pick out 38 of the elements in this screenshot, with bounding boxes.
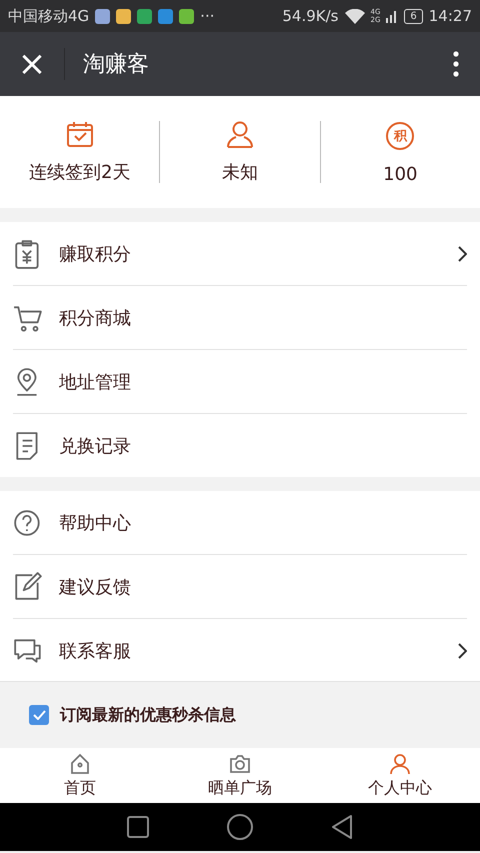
stat-label: 连续签到2天 (28, 161, 130, 184)
more-options-icon[interactable] (453, 51, 459, 77)
tab[interactable]: 晒单广场 (160, 748, 320, 803)
checkbox[interactable] (29, 705, 49, 725)
network-speed: 54.9K/s (282, 7, 338, 25)
app-notification-icon (137, 8, 152, 24)
stat-label: 100 (383, 164, 418, 184)
tab[interactable]: 个人中心 (320, 748, 480, 803)
user-icon (226, 120, 254, 148)
battery-level: 6 (404, 8, 423, 24)
subscribe-label: 订阅最新的优惠秒杀信息 (60, 704, 236, 726)
close-button[interactable]: × (0, 32, 64, 96)
clock: 14:27 (428, 7, 472, 25)
home-icon[interactable] (227, 814, 253, 840)
edit-note-icon (13, 572, 43, 602)
menu-item[interactable]: 联系客服 (59, 638, 441, 662)
menu-item[interactable]: 建议反馈 (59, 574, 467, 598)
menu-item[interactable]: 帮助中心 (59, 510, 467, 534)
carrier-name: 中国移动4G (8, 6, 90, 26)
calendar-check-icon (66, 120, 94, 148)
checkmark-icon (32, 710, 46, 720)
menu-item[interactable]: 积分商城 (59, 306, 467, 330)
app-notification-icon (95, 8, 110, 24)
menu-item[interactable]: 地址管理 (59, 370, 467, 394)
wifi-icon (344, 8, 364, 24)
recent-apps-icon[interactable] (127, 816, 149, 838)
app-notification-icon (116, 8, 132, 24)
more-notifications: ··· (200, 7, 214, 25)
signal-icon (386, 9, 398, 23)
app-notification-icon (179, 8, 194, 24)
stat-label: 未知 (222, 161, 258, 184)
menu-item[interactable]: 兑换记录 (59, 434, 467, 458)
app-notification-icon (158, 8, 174, 24)
menu-item[interactable]: 赚取积分 (59, 242, 441, 266)
tab[interactable]: 首页 (0, 748, 160, 803)
points-badge: 积 (386, 122, 414, 150)
page-title: 淘赚客 (83, 51, 150, 79)
back-icon[interactable] (331, 815, 353, 839)
